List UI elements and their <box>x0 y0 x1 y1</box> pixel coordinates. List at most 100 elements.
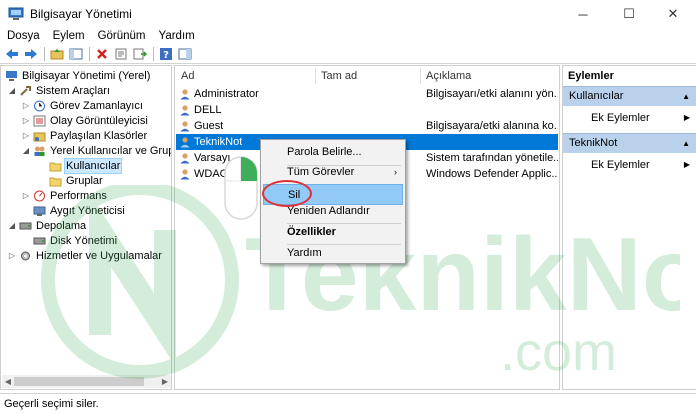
tree-item-label: Kullanıcılar <box>64 158 123 174</box>
expand-arrow-icon[interactable]: ▷ <box>7 248 17 264</box>
toolbar-separator <box>153 46 154 61</box>
mouse-illustration-icon <box>224 156 258 220</box>
toolbar-separator <box>89 46 90 61</box>
menu-dosya[interactable]: Dosya <box>0 28 46 44</box>
console-tree[interactable]: Bilgisayar Yönetimi (Yerel) ◢ Sistem Ara… <box>0 65 172 390</box>
device-manager-icon <box>33 206 46 216</box>
scroll-left-icon[interactable]: ◀ <box>2 375 14 388</box>
minimize-button[interactable]: ─ <box>560 0 606 28</box>
cell-name: TeknikNot <box>194 136 243 148</box>
expand-arrow-icon[interactable]: ▷ <box>21 188 31 204</box>
performance-icon <box>34 190 45 202</box>
cell-description: Bilgisayara/etki alanına ko... <box>426 120 558 132</box>
column-header-description[interactable]: Açıklama <box>420 66 471 86</box>
toolbar-separator <box>44 46 45 61</box>
show-hide-tree-icon[interactable] <box>67 46 85 62</box>
cell-name: DELL <box>194 104 222 116</box>
tree-item-label: Olay Görüntüleyicisi <box>50 115 148 127</box>
action-more-actions[interactable]: Ek Eylemler <box>591 157 650 173</box>
up-folder-icon[interactable] <box>48 46 66 62</box>
more-actions-arrow-icon[interactable]: ▶ <box>684 157 690 173</box>
services-icon <box>21 251 30 261</box>
help-icon[interactable]: ? <box>157 46 175 62</box>
tools-icon <box>20 86 31 96</box>
tree-item-label: Hizmetler ve Uygulamalar <box>36 250 162 262</box>
collapse-arrow-icon[interactable]: ◢ <box>7 83 17 99</box>
event-viewer-icon <box>33 115 46 127</box>
tree-item-label: Paylaşılan Klasörler <box>50 130 148 142</box>
cell-description: Sistem tarafından yönetile... <box>426 152 558 164</box>
table-row[interactable]: Administrator Bilgisayarı/etki alanını y… <box>176 86 558 102</box>
collapse-arrow-icon[interactable]: ◢ <box>21 143 31 159</box>
menu-item-all-tasks[interactable]: Tüm Görevler › <box>263 162 403 183</box>
title-bar: Bilgisayar Yönetimi ─ ☐ ✕ <box>0 0 696 28</box>
actions-group-label: TeknikNot <box>569 137 618 149</box>
menu-item-properties[interactable]: Özellikler <box>263 222 403 243</box>
menu-item-help[interactable]: Yardım <box>263 243 403 264</box>
scrollbar-thumb[interactable] <box>14 377 144 386</box>
export-list-icon[interactable] <box>131 46 149 62</box>
back-arrow-icon[interactable] <box>3 46 21 62</box>
collapse-up-icon[interactable]: ▲ <box>682 87 690 106</box>
column-header-name[interactable]: Ad <box>175 66 194 86</box>
column-header-full-name[interactable]: Tam ad <box>315 66 357 86</box>
delete-icon[interactable] <box>93 46 111 62</box>
menu-item-label: Tüm Görevler <box>287 166 355 178</box>
maximize-button[interactable]: ☐ <box>606 0 652 28</box>
expand-arrow-icon[interactable]: ▷ <box>21 128 31 144</box>
scroll-right-icon[interactable]: ▶ <box>159 375 171 388</box>
more-actions-arrow-icon[interactable]: ▶ <box>684 110 690 126</box>
menu-eylem[interactable]: Eylem <box>46 28 91 44</box>
status-bar: Geçerli seçimi siler. <box>0 393 696 413</box>
computer-management-icon <box>8 7 24 20</box>
actions-title: Eylemler <box>568 70 614 82</box>
toolbar: ? <box>0 44 696 64</box>
user-icon <box>180 137 190 148</box>
tree-item-label: Bilgisayar Yönetimi (Yerel) <box>22 70 151 82</box>
table-row[interactable]: DELL <box>176 102 558 118</box>
tree-item-label: Disk Yönetimi <box>50 235 118 247</box>
tree-horizontal-scrollbar[interactable]: ◀ ▶ <box>2 375 171 388</box>
user-icon <box>180 153 190 164</box>
clock-icon <box>34 100 45 112</box>
cell-name: Administrator <box>194 88 259 100</box>
computer-management-icon <box>6 71 17 81</box>
cell-description: Windows Defender Applic... <box>426 168 558 180</box>
shared-folder-icon <box>33 132 46 142</box>
actions-pane: Eylemler Kullanıcılar ▲ Ek Eylemler ▶ Te… <box>562 65 696 390</box>
close-button[interactable]: ✕ <box>650 0 696 28</box>
user-icon <box>180 121 190 132</box>
properties-icon[interactable] <box>112 46 130 62</box>
expand-arrow-icon[interactable]: ▷ <box>21 98 31 114</box>
submenu-arrow-icon: › <box>394 167 397 177</box>
disk-icon <box>33 237 46 245</box>
expand-arrow-icon[interactable]: ▷ <box>21 113 31 129</box>
tree-item-label: Gruplar <box>66 175 103 187</box>
menu-gorunum[interactable]: Görünüm <box>91 28 152 44</box>
tree-item-label: Aygıt Yöneticisi <box>50 205 125 217</box>
menu-item-set-password[interactable]: Parola Belirle... <box>263 142 403 163</box>
tree-item-label: Sistem Araçları <box>36 85 110 97</box>
user-icon <box>180 169 190 180</box>
tree-item-label: Depolama <box>36 220 87 232</box>
tree-item-label: Yerel Kullanıcılar ve Grupla <box>50 145 172 157</box>
user-icon <box>180 89 190 100</box>
table-row[interactable]: Guest Bilgisayara/etki alanına ko... <box>176 118 558 134</box>
action-pane-icon[interactable] <box>176 46 194 62</box>
window-title: Bilgisayar Yönetimi <box>30 7 132 21</box>
forward-arrow-icon[interactable] <box>22 46 40 62</box>
cell-name: Guest <box>194 120 224 132</box>
menu-yardim[interactable]: Yardım <box>152 28 201 44</box>
users-groups-icon <box>34 146 45 156</box>
collapse-up-icon[interactable]: ▲ <box>682 134 690 153</box>
actions-group-tekniknot[interactable]: TeknikNot ▲ <box>563 133 696 153</box>
actions-group-label: Kullanıcılar <box>569 90 624 102</box>
tree-item-label: Performans <box>50 190 107 202</box>
actions-group-users[interactable]: Kullanıcılar ▲ <box>563 86 696 106</box>
folder-icon <box>49 162 62 172</box>
menu-bar: Dosya Eylem Görünüm Yardım <box>0 28 696 44</box>
menu-item-rename[interactable]: Yeniden Adlandır <box>263 201 403 222</box>
collapse-arrow-icon[interactable]: ◢ <box>7 218 17 234</box>
action-more-actions[interactable]: Ek Eylemler <box>591 110 650 126</box>
folder-icon <box>49 177 62 187</box>
